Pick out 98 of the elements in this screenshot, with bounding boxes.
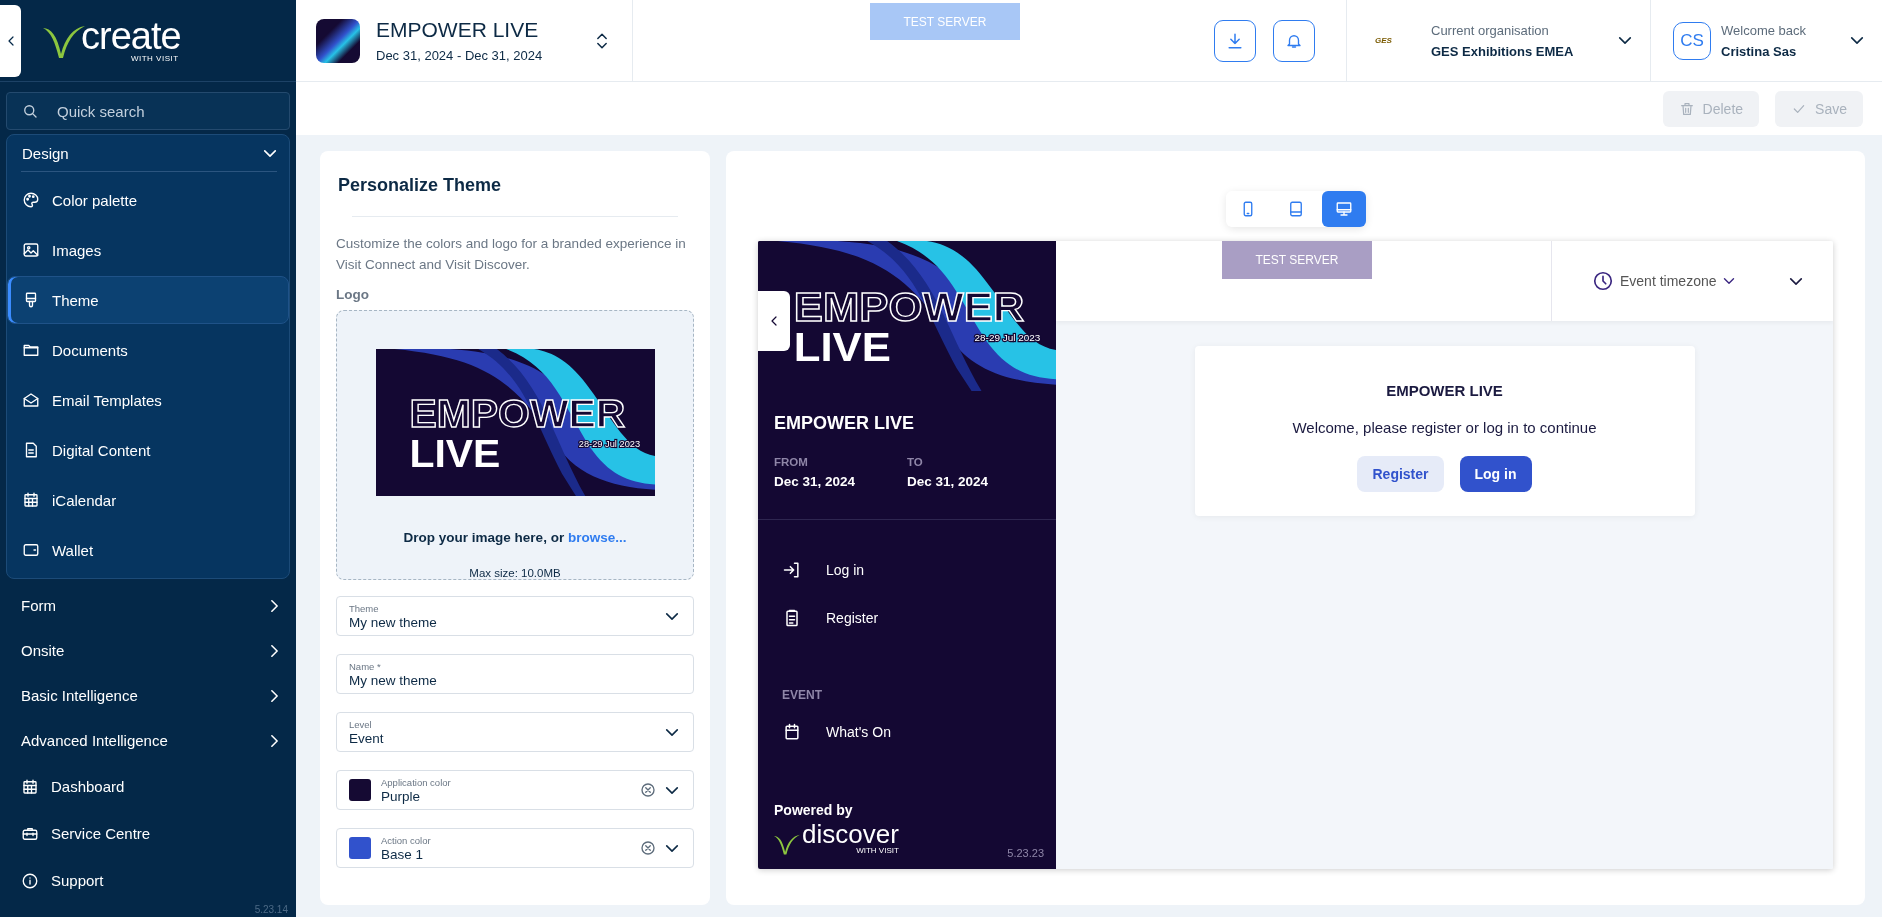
chevron-right-icon [271,598,278,613]
panel-title: Personalize Theme [337,175,503,196]
sidebar-item[interactable]: Wallet [7,526,289,574]
brand-wordmark: discover [802,822,899,846]
search-icon [21,102,39,120]
sidebar-item[interactable]: Dashboard [6,763,290,810]
clock-icon [1592,270,1614,292]
version-label: 5.23.23 [1007,847,1044,859]
server-badge: TEST SERVER [1222,241,1372,279]
chevron-down-icon [1722,278,1735,284]
device-toggle[interactable] [1321,191,1366,227]
sidebar-item[interactable]: Support [6,857,290,904]
welcome-message: Welcome, please register or log in to continue [1292,419,1597,436]
search-field[interactable]: Quick search [6,92,290,130]
sidebar-group[interactable]: Basic Intelligence [6,673,290,718]
chevron-right-icon [271,643,278,658]
login-button[interactable]: Log in [1459,456,1532,492]
preview-event-title: EMPOWER LIVE [774,413,915,434]
clear-icon [639,781,657,799]
panel-description: Customize the colors and logo for a branded experience in Visit Connect and Visit Discover. [336,235,687,274]
sidebar-group[interactable]: Form [6,583,290,628]
input-field[interactable]: Name * My new theme [336,654,694,694]
from-date: Dec 31, 2024 [774,474,857,489]
info-icon [21,871,39,890]
login-icon [782,560,802,580]
sidebar-item[interactable]: Documents [7,326,289,374]
organisation-logo: GES [1375,36,1393,45]
clear-icon [639,839,657,857]
server-badge: TEST SERVER [870,3,1020,40]
brand-tagline: WITH VISIT [856,846,899,855]
sidebar-item[interactable]: Email Templates [7,376,289,424]
calendar-icon [782,722,802,742]
logo-tagline: WITH VISIT [130,54,179,63]
sidebar-item[interactable]: Color palette [7,176,289,224]
register-button[interactable]: Register [1357,456,1444,492]
envelope-icon [22,391,40,409]
organisation-name: GES Exhibitions EMEA [1431,43,1575,59]
image-icon [22,241,40,259]
chevron-down-icon [665,786,679,794]
notifications-button[interactable] [1273,19,1315,62]
wallet-icon [22,541,40,559]
event-dates: Dec 31, 2024 - Dec 31, 2024 [376,48,543,63]
welcome-label: Welcome back [1721,22,1807,38]
calendar-icon [21,777,39,796]
sidebar-item[interactable]: Service Centre [6,810,290,857]
sidebar-group[interactable]: Design [7,135,289,171]
timezone-selector[interactable]: Event timezone [1592,270,1735,292]
user-avatar: CS [1673,21,1711,60]
chevron-down-icon [263,149,277,157]
checkmark-logo-icon [774,833,800,855]
banner-subtitle: LIVE [409,431,500,475]
select-field[interactable]: Action color Base 1 [336,828,694,868]
calendar-icon [22,491,40,509]
sidebar-group[interactable]: Onsite [6,628,290,673]
organisation-label: Current organisation [1431,22,1550,38]
sidebar-item[interactable]: Images [7,226,289,274]
chevron-down-icon [665,728,679,736]
organisation-switcher[interactable]: GES Current organisation GES Exhibitions EMEA [1346,0,1650,81]
download-button[interactable] [1214,19,1256,62]
chevron-down-icon [1850,37,1864,44]
event-title: EMPOWER LIVE [376,18,540,42]
welcome-title: EMPOWER LIVE [1386,382,1503,399]
sidebar-item[interactable]: Digital Content [7,426,289,474]
dropzone-prompt: Drop your image here, or browse... [403,530,627,545]
event-thumbnail [316,18,360,63]
select-field[interactable]: Level Event [336,712,694,752]
from-label: FROM [774,456,809,468]
palette-icon [22,191,40,209]
chevron-right-icon [271,733,278,748]
device-toggle[interactable] [1225,191,1270,227]
logo-wordmark: create [81,18,181,54]
chevron-down-icon [665,612,679,620]
select-field[interactable]: Theme My new theme [336,596,694,636]
sidebar-item[interactable]: Theme [7,276,289,324]
sidebar-group[interactable]: Advanced Intelligence [6,718,290,763]
preview-nav-item[interactable]: Log in [758,546,1056,594]
section-heading: EVENT [782,688,823,702]
collapse-button[interactable] [0,4,21,77]
user-name: Cristina Sas [1721,43,1798,59]
chevron-down-icon [1789,277,1803,285]
powered-by-label: Powered by [774,802,854,818]
sidebar-item[interactable]: iCalendar [7,476,289,524]
chevron-down-icon [1618,37,1632,44]
banner-subtitle: LIVE [793,324,891,370]
preview-nav-item[interactable]: Register [758,594,1056,642]
monitor-icon [1334,200,1353,218]
max-size-note: Max size: 10.0MB [469,567,561,579]
version-label: 5.23.14 [254,904,288,915]
to-label: TO [907,456,924,468]
to-date: Dec 31, 2024 [907,474,990,489]
browse-link[interactable]: browse... [567,530,627,545]
trash-icon [1678,100,1695,117]
logo-label: Logo [336,287,370,302]
select-field[interactable]: Application color Purple [336,770,694,810]
preview-nav-item[interactable]: What's On [758,708,1056,756]
chevron-right-icon [271,688,278,703]
chevron-down-icon [665,844,679,852]
user-menu[interactable]: CS Welcome back Cristina Sas [1650,0,1882,81]
